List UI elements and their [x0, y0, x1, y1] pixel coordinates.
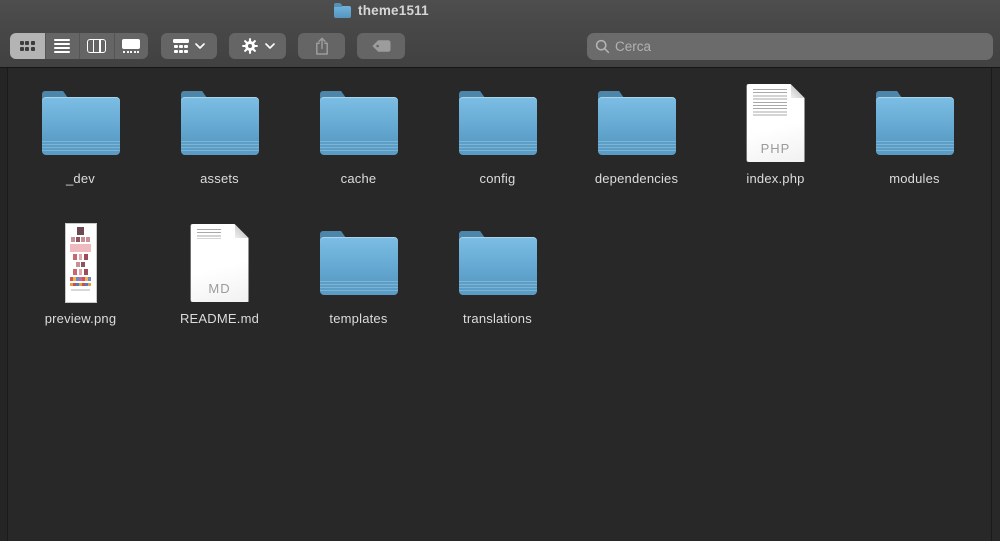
- item-label: dependencies: [594, 171, 679, 186]
- item-label: config: [479, 171, 516, 186]
- column-view-icon: [87, 39, 107, 53]
- grid-item[interactable]: assets: [150, 84, 289, 186]
- group-by-button[interactable]: [161, 33, 217, 59]
- folder-icon: [41, 91, 120, 155]
- grid-row: _dev assets cache config dependencies PH…: [11, 84, 984, 186]
- tags-button[interactable]: [357, 33, 405, 59]
- item-label: translations: [463, 311, 532, 326]
- folder-icon: [875, 91, 954, 155]
- folder-proxy-icon[interactable]: [334, 3, 351, 18]
- folder-icon: [180, 91, 259, 155]
- folder-icon: [597, 91, 676, 155]
- view-list-button[interactable]: [44, 33, 79, 59]
- file-type-badge: MD: [208, 281, 231, 296]
- grid-item[interactable]: config: [428, 84, 567, 186]
- grid-item[interactable]: _dev: [11, 84, 150, 186]
- tag-icon: [371, 40, 390, 52]
- grid-item[interactable]: modules: [845, 84, 984, 186]
- item-label: README.md: [179, 311, 260, 326]
- image-thumbnail-icon: [65, 224, 96, 302]
- search-input[interactable]: [615, 38, 985, 54]
- content-left-border: [0, 68, 8, 541]
- grid-row: preview.png MD README.md templates trans…: [11, 224, 567, 326]
- title-group: theme1511: [334, 3, 429, 18]
- icon-view-icon: [19, 41, 35, 51]
- file-type-badge: PHP: [760, 141, 791, 156]
- md-file-icon: MD: [191, 224, 249, 302]
- item-label: modules: [889, 171, 940, 186]
- view-gallery-button[interactable]: [113, 33, 148, 59]
- folder-icon: [319, 231, 398, 295]
- item-label: index.php: [746, 171, 805, 186]
- item-label: templates: [329, 311, 388, 326]
- grid-item[interactable]: templates: [289, 224, 428, 326]
- chevron-down-icon: [195, 43, 205, 49]
- grid-item[interactable]: translations: [428, 224, 567, 326]
- item-label: assets: [200, 171, 239, 186]
- content-right-border: [991, 68, 992, 541]
- titlebar[interactable]: theme1511: [0, 0, 1000, 25]
- grid-item[interactable]: dependencies: [567, 84, 706, 186]
- item-label: cache: [340, 171, 377, 186]
- grid-item[interactable]: preview.png: [11, 224, 150, 326]
- finder-window: theme1511 Cerca _dev assets cache config…: [0, 0, 1000, 541]
- gear-icon: [241, 38, 258, 54]
- chevron-down-icon: [264, 43, 275, 49]
- list-view-icon: [54, 38, 71, 54]
- share-button[interactable]: [298, 33, 345, 59]
- folder-icon: [319, 91, 398, 155]
- search-field[interactable]: [587, 32, 993, 60]
- item-label: preview.png: [44, 311, 117, 326]
- view-icons-button[interactable]: [10, 33, 45, 59]
- php-file-icon: PHP: [747, 84, 805, 162]
- folder-icon: [458, 231, 537, 295]
- toolbar: [0, 25, 1000, 68]
- group-icon: [173, 39, 189, 53]
- window-title: theme1511: [358, 3, 429, 18]
- grid-item[interactable]: PHP index.php: [706, 84, 845, 186]
- view-columns-button[interactable]: [79, 33, 114, 59]
- file-browser-content[interactable]: _dev assets cache config dependencies PH…: [0, 68, 1000, 541]
- folder-icon: [458, 91, 537, 155]
- grid-item[interactable]: cache: [289, 84, 428, 186]
- search-icon: [595, 39, 610, 53]
- share-icon: [315, 37, 328, 55]
- grid-item[interactable]: MD README.md: [150, 224, 289, 326]
- gallery-view-icon: [122, 39, 141, 53]
- view-mode-segmented-control: [10, 33, 148, 59]
- item-label: _dev: [66, 171, 95, 186]
- action-menu-button[interactable]: [229, 33, 286, 59]
